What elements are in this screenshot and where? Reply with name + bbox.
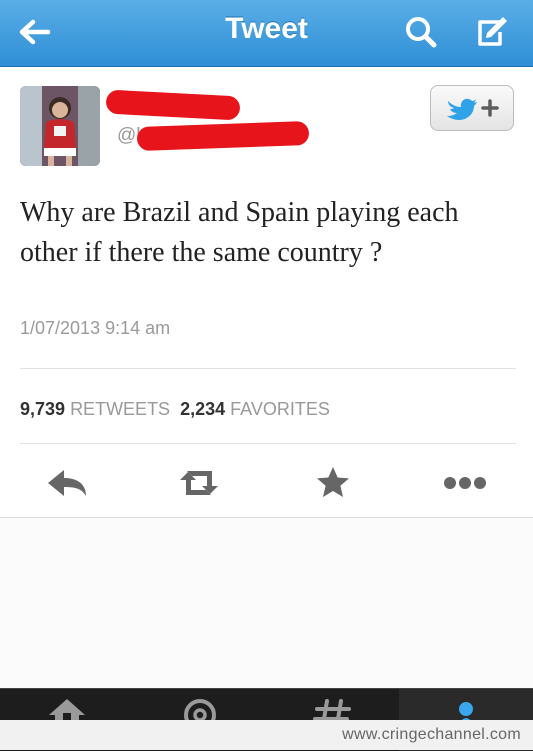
divider [20, 368, 516, 369]
watermark-strip: www.cringechannel.com [0, 720, 533, 750]
retweet-icon[interactable] [176, 466, 222, 500]
favorite-icon[interactable] [310, 466, 356, 500]
tweet-card: @l Why are Brazil and Spain playing each… [0, 67, 533, 518]
retweets-label[interactable]: RETWEETS [70, 399, 170, 419]
page-title: Tweet [225, 12, 308, 45]
nav-bar: Tweet [0, 0, 533, 67]
avatar[interactable] [20, 86, 100, 166]
tweet-stats: 9,739 RETWEETS 2,234 FAVORITES [20, 399, 330, 420]
tweet-text: Why are Brazil and Spain playing each ot… [20, 197, 459, 268]
redacted-handle [136, 121, 310, 151]
compose-icon[interactable] [470, 12, 510, 52]
follow-bird-plus-icon [447, 98, 499, 120]
favorites-count[interactable]: 2,234 [180, 399, 225, 419]
follow-button[interactable] [430, 85, 514, 131]
redacted-name [105, 89, 241, 121]
divider [20, 443, 516, 444]
favorites-label[interactable]: FAVORITES [230, 399, 330, 419]
retweets-count[interactable]: 9,739 [20, 399, 65, 419]
search-icon[interactable] [401, 12, 441, 52]
tweet-timestamp: 1/07/2013 9:14 am [20, 318, 171, 338]
more-icon[interactable] [442, 466, 488, 500]
reply-icon[interactable] [44, 466, 90, 500]
watermark-text: www.cringechannel.com [342, 726, 521, 743]
empty-content-area [0, 518, 533, 688]
